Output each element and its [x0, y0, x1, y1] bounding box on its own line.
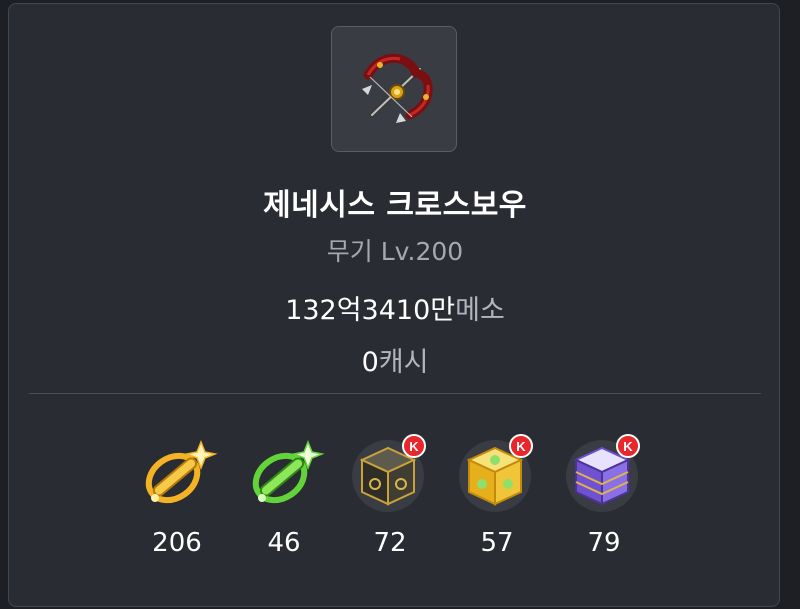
meso-unit: 메소 — [455, 295, 505, 326]
meso-price: 132억3410만메소 — [9, 288, 781, 327]
meso-value: 132억3410만 — [285, 295, 456, 326]
item-icon-frame[interactable] — [331, 26, 457, 152]
inventory-count: 206 — [152, 528, 202, 558]
genesis-crossbow-icon — [362, 53, 433, 123]
svg-text:K: K — [623, 439, 633, 454]
svg-text:K: K — [409, 439, 419, 454]
inventory-item[interactable]: 46 — [241, 432, 327, 568]
inventory-item[interactable]: K 72 — [347, 432, 433, 568]
gold-star-scroll-icon — [145, 439, 218, 504]
inventory-count: 46 — [267, 528, 301, 558]
inventory-item[interactable]: 206 — [134, 432, 220, 568]
svg-text:K: K — [516, 439, 526, 454]
inventory-count: 57 — [480, 528, 514, 558]
item-price-card: 제네시스 크로스보우 무기 Lv.200 132억3410만메소 0캐시 206… — [8, 3, 780, 607]
inventory-count: 72 — [373, 528, 407, 558]
cash-value: 0 — [361, 347, 379, 378]
inventory-item[interactable]: K 57 — [454, 432, 540, 568]
violet-cube-k-icon: K — [566, 434, 640, 512]
green-star-scroll-icon — [252, 439, 325, 504]
black-cube-k-icon: K — [352, 434, 426, 512]
cash-unit: 캐시 — [378, 347, 429, 378]
additional-cube-k-icon: K — [459, 434, 533, 512]
inventory-count: 79 — [587, 528, 621, 558]
item-name: 제네시스 크로스보우 — [263, 188, 527, 223]
item-category-level: 무기 Lv.200 — [326, 237, 464, 266]
divider — [29, 393, 761, 394]
inventory-item[interactable]: K 79 — [561, 432, 647, 568]
cash-price: 0캐시 — [9, 340, 781, 379]
